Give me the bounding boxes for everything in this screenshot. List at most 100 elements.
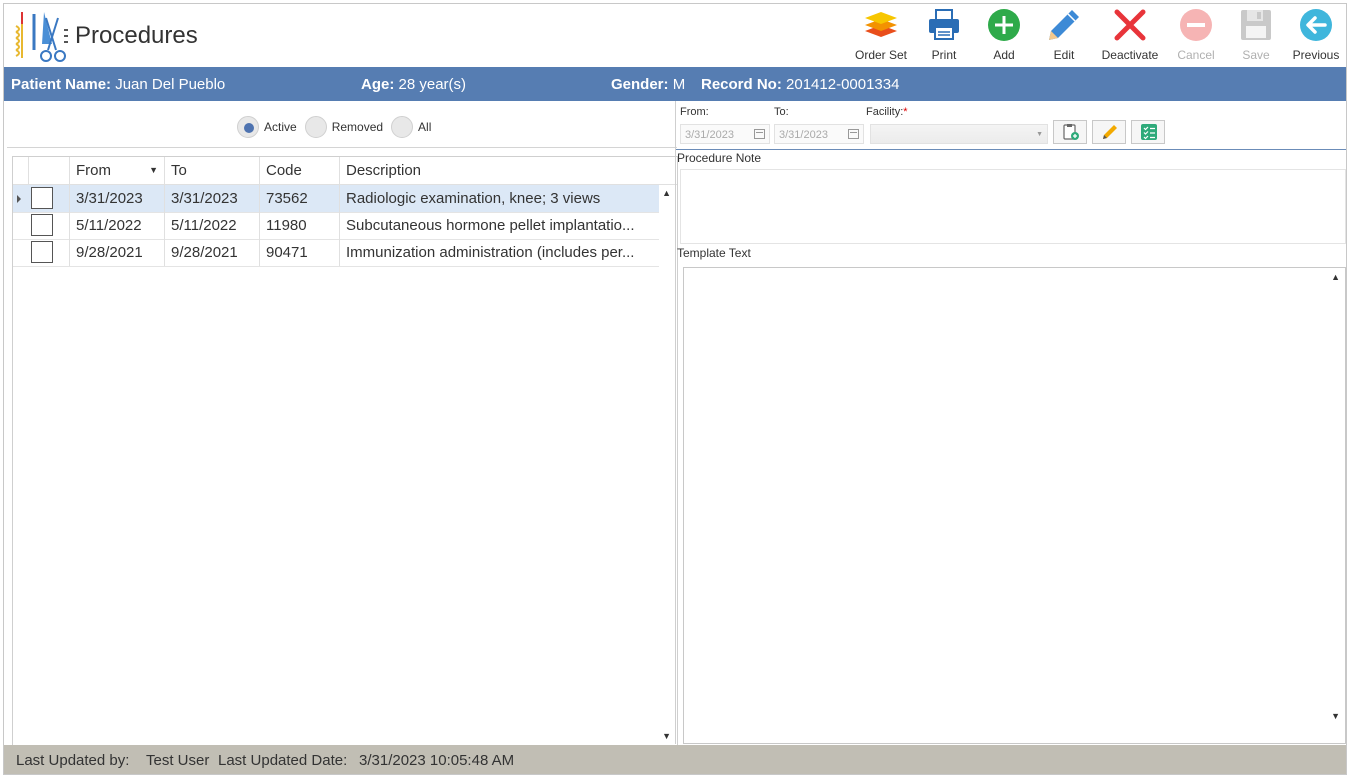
- x-mark-icon: [1114, 9, 1146, 41]
- plus-circle-icon: [988, 9, 1020, 41]
- status-footer: Last Updated by: Test User Last Updated …: [4, 745, 1346, 774]
- to-date-label: To:: [774, 106, 789, 118]
- scroll-down-arrow-icon[interactable]: ▼: [1331, 711, 1340, 721]
- cell-from: 9/28/2021: [69, 239, 164, 266]
- cell-to: 3/31/2023: [164, 185, 259, 212]
- pencil-icon: [1049, 10, 1079, 40]
- filter-all-radio[interactable]: All: [391, 116, 431, 138]
- save-label: Save: [1242, 48, 1270, 62]
- toolbar: Order Set Print Add Edit Deactivate Canc…: [848, 4, 1346, 67]
- add-button[interactable]: Add: [974, 4, 1034, 67]
- cell-code: 73562: [259, 185, 339, 212]
- edit-note-button[interactable]: [1092, 120, 1126, 144]
- patient-gender: Gender: M: [611, 76, 685, 93]
- table-row[interactable]: 3/31/2023 3/31/2023 73562 Radiologic exa…: [13, 185, 659, 213]
- facility-dropdown[interactable]: ▼: [870, 124, 1048, 144]
- cancel-label: Cancel: [1177, 48, 1215, 62]
- procedure-note-field[interactable]: [680, 169, 1346, 244]
- column-header-from[interactable]: From ▼: [69, 157, 164, 184]
- procedure-note-label: Procedure Note: [677, 151, 762, 165]
- order-set-button[interactable]: Order Set: [848, 4, 914, 67]
- cell-from: 3/31/2023: [69, 185, 164, 212]
- column-header-to[interactable]: To: [164, 157, 259, 184]
- patient-age-value: 28 year(s): [398, 76, 467, 93]
- deactivate-button[interactable]: Deactivate: [1094, 4, 1166, 67]
- previous-button[interactable]: Previous: [1286, 4, 1346, 67]
- required-marker: *: [903, 106, 908, 118]
- column-header-description[interactable]: Description: [339, 157, 661, 184]
- printer-icon: [929, 9, 959, 40]
- patient-gender-label: Gender:: [611, 76, 669, 93]
- scroll-down-arrow-icon[interactable]: ▼: [662, 731, 671, 741]
- row-checkbox[interactable]: [31, 187, 53, 209]
- table-row[interactable]: 9/28/2021 9/28/2021 90471 Immunization a…: [13, 239, 659, 267]
- calendar-icon[interactable]: [754, 129, 765, 139]
- patient-gender-value: M: [672, 76, 686, 93]
- facility-label-text: Facility:: [866, 106, 904, 118]
- filter-removed-radio[interactable]: Removed: [304, 116, 384, 138]
- calendar-icon[interactable]: [848, 129, 859, 139]
- template-text-label: Template Text: [677, 246, 751, 260]
- page-title: Procedures: [75, 22, 198, 49]
- cell-description: Immunization administration (includes pe…: [339, 239, 659, 266]
- patient-record: Record No: 201412-0001334: [701, 76, 899, 93]
- radio-empty-icon: [304, 116, 327, 138]
- from-date-field[interactable]: 3/31/2023: [680, 124, 770, 144]
- cell-to: 5/11/2022: [164, 212, 259, 239]
- clipboard-add-icon: [1063, 124, 1079, 140]
- print-label: Print: [931, 48, 957, 62]
- from-date-label: From:: [680, 106, 709, 118]
- cancel-button[interactable]: Cancel: [1166, 4, 1226, 67]
- table-row[interactable]: 5/11/2022 5/11/2022 11980 Subcutaneous h…: [13, 212, 659, 240]
- pane-divider[interactable]: [675, 101, 676, 744]
- print-button[interactable]: Print: [914, 4, 974, 67]
- dropdown-arrow-icon: ▼: [1036, 131, 1043, 138]
- template-checklist-button[interactable]: [1131, 120, 1165, 144]
- add-label: Add: [993, 48, 1015, 62]
- select-column-header: [28, 157, 69, 184]
- arrow-left-circle-icon: [1300, 9, 1332, 41]
- previous-label: Previous: [1292, 48, 1340, 62]
- edit-label: Edit: [1053, 48, 1075, 62]
- column-header-code[interactable]: Code: [259, 157, 339, 184]
- radio-empty-icon: [391, 116, 414, 138]
- cell-description: Subcutaneous hormone pellet implantatio.…: [339, 212, 659, 239]
- header: Procedures Order Set Print Add Edit Deac…: [4, 4, 1346, 67]
- filter-active-label: Active: [264, 120, 297, 134]
- filter-removed-label: Removed: [331, 120, 384, 134]
- edit-button[interactable]: Edit: [1034, 4, 1094, 67]
- cell-description: Radiologic examination, knee; 3 views: [339, 185, 659, 212]
- procedures-grid: From ▼ To Code Description 3/31/2023 3/3…: [12, 156, 678, 746]
- sort-desc-icon: ▼: [149, 165, 158, 175]
- scroll-up-arrow-icon[interactable]: ▲: [662, 188, 671, 198]
- save-button[interactable]: Save: [1226, 4, 1286, 67]
- cell-code: 90471: [259, 239, 339, 266]
- cell-to: 9/28/2021: [164, 239, 259, 266]
- to-date-field[interactable]: 3/31/2023: [774, 124, 864, 144]
- floppy-icon: [1241, 10, 1271, 40]
- deactivate-label: Deactivate: [1101, 48, 1159, 62]
- order-set-label: Order Set: [854, 48, 908, 62]
- to-date-value: 3/31/2023: [779, 129, 828, 141]
- checklist-icon: [1141, 124, 1157, 140]
- updated-date-label: Last Updated Date:: [218, 752, 348, 769]
- scroll-up-arrow-icon[interactable]: ▲: [1331, 272, 1340, 282]
- row-checkbox[interactable]: [31, 241, 53, 263]
- row-checkbox[interactable]: [31, 214, 53, 236]
- record-no-value: 201412-0001334: [786, 76, 900, 93]
- from-date-value: 3/31/2023: [685, 129, 734, 141]
- template-text-field[interactable]: ▲ ▼: [683, 267, 1346, 744]
- patient-name-label: Patient Name:: [11, 76, 112, 93]
- facility-label: Facility:*: [866, 106, 908, 118]
- patient-age: Age: 28 year(s): [361, 76, 466, 93]
- radio-selected-icon: [237, 116, 259, 138]
- filter-active-radio[interactable]: Active: [237, 116, 297, 138]
- new-note-button[interactable]: [1053, 120, 1087, 144]
- cell-code: 11980: [259, 212, 339, 239]
- surgical-instruments-icon: [12, 10, 72, 64]
- patient-name-value: Juan Del Pueblo: [115, 76, 226, 93]
- patient-name: Patient Name: Juan Del Pueblo: [11, 76, 225, 93]
- divider: [7, 147, 677, 148]
- minus-circle-icon: [1180, 9, 1212, 41]
- record-no-label: Record No:: [701, 76, 782, 93]
